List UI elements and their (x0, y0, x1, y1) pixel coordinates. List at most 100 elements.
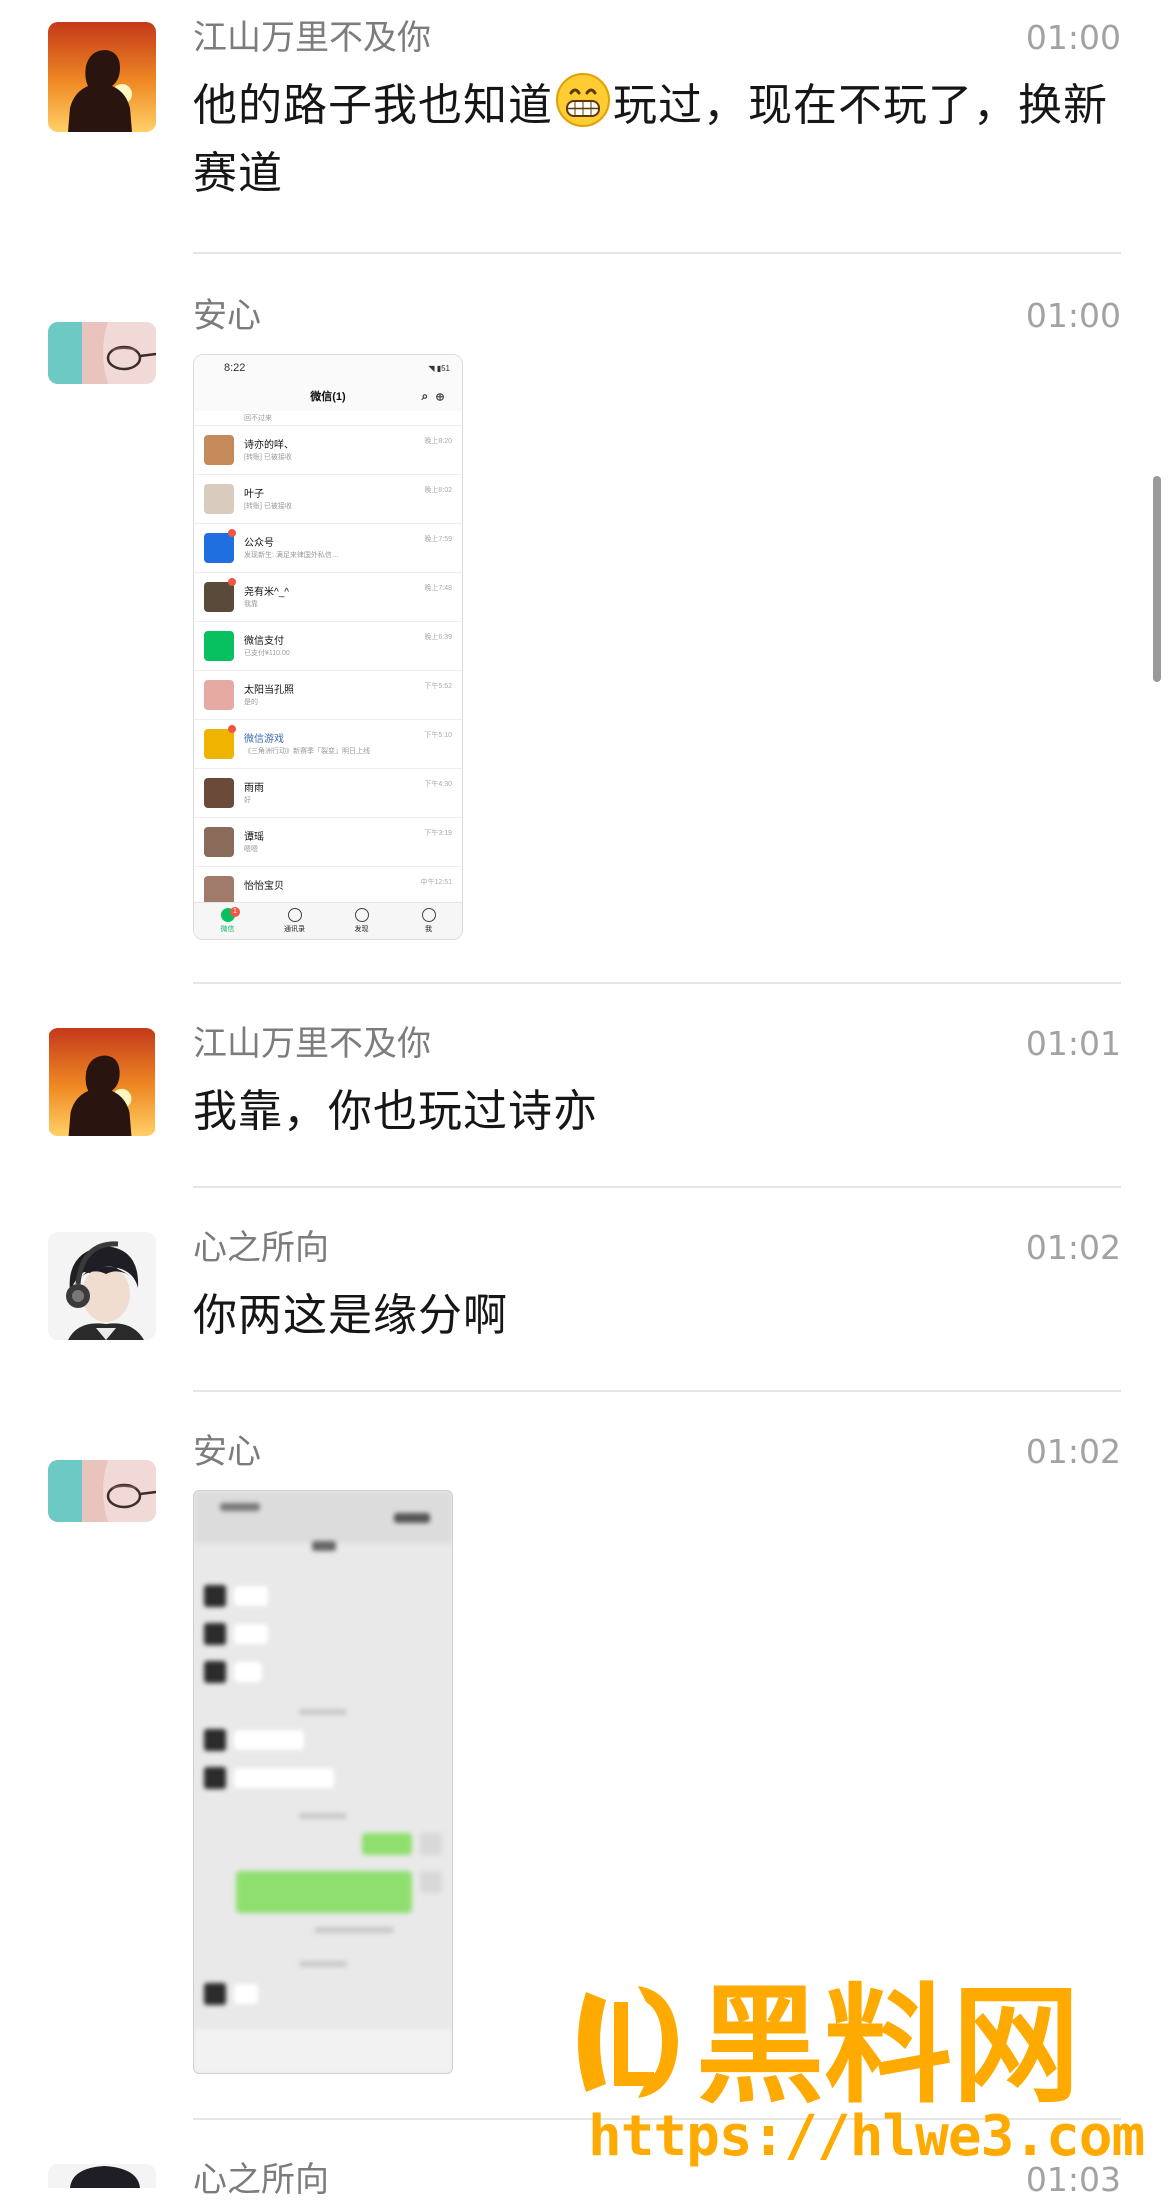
status-time: 8:22 (224, 362, 246, 374)
avatar-sunset[interactable] (48, 1028, 156, 1136)
chat-time: 下午4:30 (424, 781, 452, 788)
message-text-before: 他的路子我也知道 (193, 80, 553, 131)
search-plus-icons: ⌕⊕ (421, 389, 452, 403)
avatar-glasses[interactable] (48, 322, 156, 384)
divider (193, 1186, 1121, 1188)
tab-label-me: 我 (425, 926, 432, 933)
watermark-logo: 黑料网 (578, 1972, 1080, 2112)
avatar-glasses[interactable] (48, 1460, 156, 1522)
image-message-blurred-chat[interactable] (193, 1490, 453, 2074)
chat-row[interactable]: 雨雨好 下午4:30 (194, 769, 462, 818)
tab-label-contacts: 通讯录 (284, 926, 305, 933)
avatar-anime-headphones[interactable] (48, 2164, 156, 2188)
image-message-wechat-list[interactable]: 8:22 ◥ ▮51 微信(1) ⌕⊕ 回不过来 诗亦的咩、 [转账] 已被接收晚… (193, 354, 463, 940)
message-text: 他的路子我也知道 玩过，现在不玩了，换新赛道 (193, 72, 1123, 208)
blurred-bubble (234, 1984, 258, 2004)
chat-avatar (204, 435, 234, 465)
unread-dot (228, 529, 236, 537)
chat-preview: 已支付¥110.00 (244, 650, 290, 657)
tab-badge: 1 (230, 907, 240, 917)
blurred-avatar (204, 1585, 226, 1607)
tab-chats[interactable]: 微信 (203, 908, 253, 934)
chat-avatar (204, 582, 234, 612)
chat-row[interactable]: 微信游戏《三角洲行动》新赛季「裂变」明日上线 下午5:10 (194, 720, 462, 769)
chat-time: 下午5:10 (424, 732, 452, 739)
chat-preview: [转账] 已被接收 (244, 503, 292, 510)
chat-row[interactable]: 谭瑶 嗯嗯 下午3:19 (194, 818, 462, 867)
chat-avatar (204, 778, 234, 808)
watermark-brand-text: 黑料网 (696, 1972, 1080, 2112)
blurred-avatar (204, 1661, 226, 1683)
chat-avatar (204, 729, 234, 759)
anime-boy-headphones-avatar (48, 1232, 156, 1340)
message-text: 我靠，你也玩过诗亦 (193, 1086, 598, 1137)
avatar-anime-headphones[interactable] (48, 1232, 156, 1340)
tab-contacts[interactable]: 通讯录 (270, 908, 320, 934)
sender-name: 江山万里不及你 (193, 1024, 431, 1064)
grinning-face-emoji (556, 73, 610, 127)
chat-name: 诗亦的咩、 (244, 440, 294, 451)
chat-preview: 好 (244, 797, 251, 804)
logo-left-bracket (578, 1992, 606, 2092)
chat-row[interactable]: 叶子 [转账] 已被接收 晚上8:02 (194, 475, 462, 524)
scrollbar-thumb[interactable] (1153, 476, 1161, 682)
chat-preview: 发现新生: 满足来律国外私信… (244, 552, 339, 559)
contacts-icon (287, 908, 302, 922)
blurred-timestamp (314, 1927, 394, 1933)
truncated-row-text: 回不过来 (244, 415, 272, 422)
status-bar: 8:22 ◥ ▮51 (194, 355, 462, 381)
sunset-silhouette-avatar (48, 1028, 156, 1136)
tab-discover[interactable]: 发现 (337, 908, 387, 934)
sunset-silhouette-avatar (48, 22, 156, 132)
blurred-status-text (220, 1503, 260, 1511)
chat-time: 晚上8:20 (424, 438, 452, 445)
message-time: 01:00 (1025, 296, 1121, 335)
chat-preview: 我靠 (244, 601, 258, 608)
chat-avatar (204, 680, 234, 710)
wechat-header: 微信(1) ⌕⊕ (194, 381, 462, 411)
chat-preview: 《三角洲行动》新赛季「裂变」明日上线 (244, 748, 370, 755)
blurred-avatar (420, 1871, 442, 1893)
message-text: 你两这是缘分啊 (193, 1290, 508, 1341)
chat-name: 怡怡宝贝 (244, 881, 284, 892)
blurred-timestamp (299, 1709, 347, 1715)
chat-name: 叶子 (244, 489, 264, 500)
chat-avatar (204, 533, 234, 563)
sender-name: 心之所向 (193, 1228, 329, 1268)
chat-name: 公众号 (244, 538, 274, 549)
chat-time: 下午3:19 (424, 830, 452, 837)
blurred-chat-content (194, 1491, 452, 2073)
chat-time: 晚上8:02 (424, 487, 452, 494)
blurred-bubble (234, 1662, 262, 1682)
chat-row[interactable]: 公众号 发现新生: 满足来律国外私信… 晚上7:59 (194, 524, 462, 573)
chat-row[interactable]: 尧有米^_^ 我靠 晚上7:48 (194, 573, 462, 622)
chat-row[interactable]: 诗亦的咩、 [转账] 已被接收 晚上8:20 (194, 426, 462, 475)
avatar-sunset[interactable] (48, 22, 156, 132)
chat-list: 诗亦的咩、 [转账] 已被接收 晚上8:20 叶子 [转账] 已被接收 晚上8:02 公众号… (194, 426, 462, 916)
blurred-timestamp (299, 1813, 347, 1819)
blurred-bubble (234, 1768, 334, 1788)
blurred-avatar (204, 1729, 226, 1751)
truncated-row: 回不过来 (194, 411, 462, 426)
blurred-sent-bubble (362, 1833, 412, 1855)
tab-me[interactable]: 我 (404, 908, 454, 934)
compass-icon (354, 908, 369, 922)
chat-avatar (204, 484, 234, 514)
message-time: 01:00 (1025, 18, 1121, 57)
chat-row[interactable]: 微信支付 已支付¥110.00 晚上6:39 (194, 622, 462, 671)
divider (193, 982, 1121, 984)
chat-name: 太阳当孔照 (244, 685, 294, 696)
tab-label-chats: 微信 (220, 926, 235, 933)
blurred-avatar (204, 1623, 226, 1645)
chat-time: 晚上6:39 (424, 634, 452, 641)
logo-letter (614, 2002, 654, 2086)
chat-name: 微信游戏 (244, 734, 284, 745)
glasses-face-avatar (48, 1460, 156, 1522)
blurred-avatar (204, 1983, 226, 2005)
blurred-status-icons (394, 1513, 430, 1523)
watermark-url: https://hlwe3.com (588, 2104, 1145, 2169)
message-time: 01:02 (1025, 1228, 1121, 1267)
blurred-avatar (204, 1767, 226, 1789)
unread-dot (228, 578, 236, 586)
chat-row[interactable]: 太阳当孔照 是的 下午5:52 (194, 671, 462, 720)
